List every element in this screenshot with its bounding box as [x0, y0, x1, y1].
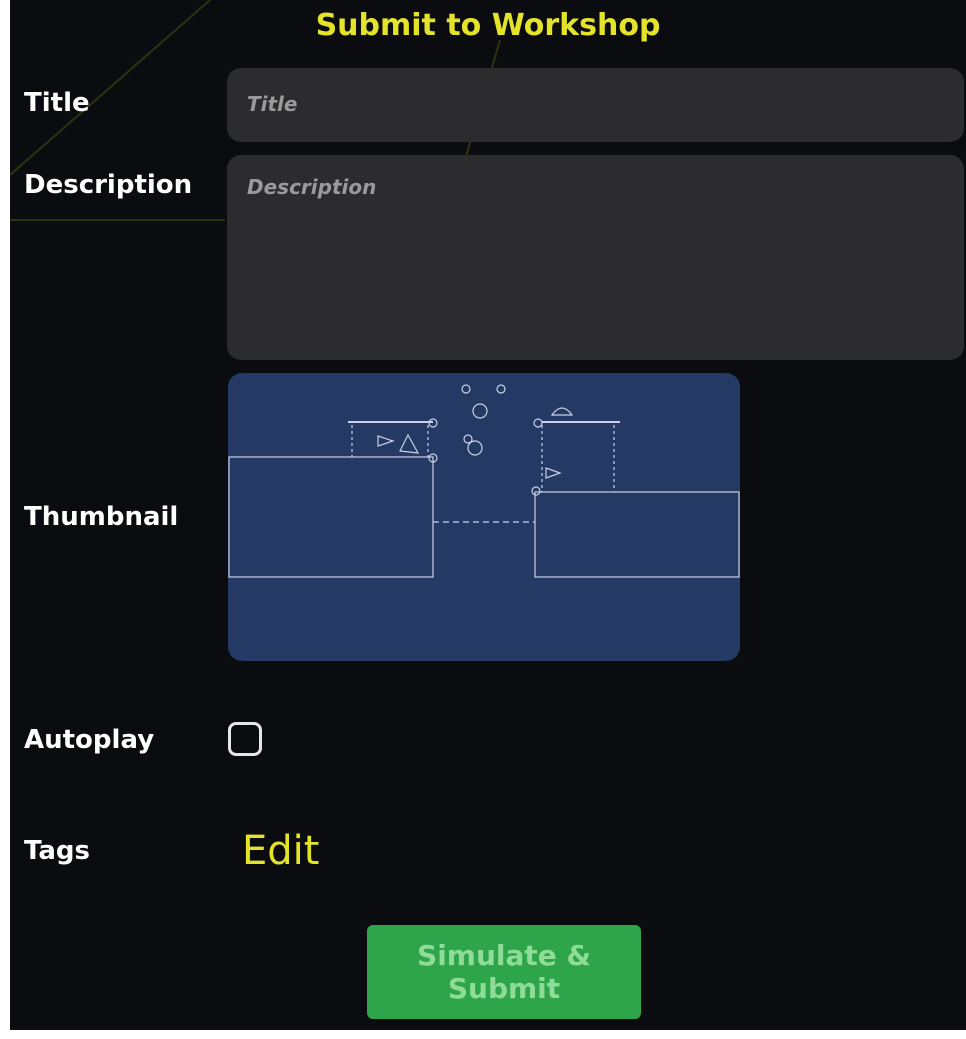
- title-input[interactable]: Title: [227, 68, 964, 142]
- description-input[interactable]: Description: [227, 155, 964, 360]
- simulate-submit-button[interactable]: Simulate & Submit: [367, 925, 641, 1019]
- title-label: Title: [24, 88, 90, 118]
- autoplay-checkbox[interactable]: [228, 722, 262, 756]
- tags-label: Tags: [24, 836, 91, 866]
- tags-edit-button[interactable]: Edit: [242, 828, 319, 874]
- dialog-title: Submit to Workshop: [315, 8, 661, 43]
- thumbnail-image[interactable]: [228, 373, 740, 661]
- thumbnail-label: Thumbnail: [24, 502, 179, 532]
- description-placeholder: Description: [247, 175, 377, 199]
- description-label: Description: [24, 170, 193, 200]
- autoplay-label: Autoplay: [24, 725, 155, 755]
- workshop-submit-dialog: Submit to Workshop Title Title Descripti…: [10, 0, 966, 1030]
- thumbnail-preview-icon: [228, 384, 740, 578]
- title-placeholder: Title: [247, 92, 298, 116]
